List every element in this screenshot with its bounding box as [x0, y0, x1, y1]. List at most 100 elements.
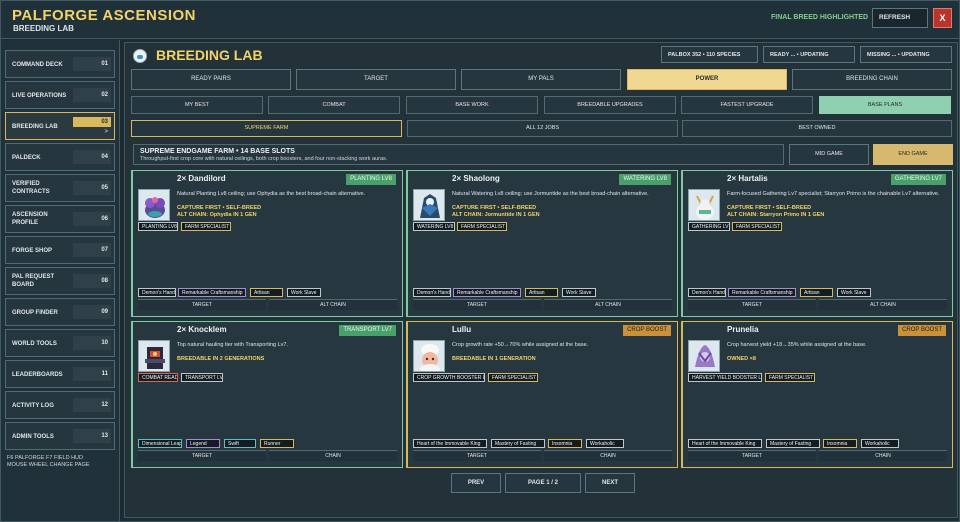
pal-alt-chain: ALT CHAIN: Jormuntide IN 1 GEN	[452, 212, 540, 218]
target-button[interactable]: TARGET	[688, 299, 816, 310]
target-button[interactable]: TARGET	[413, 299, 541, 310]
tab-breeding-chain[interactable]: BREEDING CHAIN	[792, 69, 952, 90]
next-page-button[interactable]: NEXT	[585, 473, 635, 493]
chain-button[interactable]: CHAIN	[819, 450, 947, 461]
sidebar-item-leaderboards[interactable]: LEADERBOARDS 11	[5, 360, 115, 388]
pal-description: Natural Watering Lv8 ceiling; use Jormun…	[452, 191, 649, 197]
sidebar-item-number: 03	[73, 117, 111, 127]
keybind-hint: F6 PALFORGE F7 FIELD HUD	[7, 455, 83, 461]
passive-chip: Work Slave	[837, 288, 871, 297]
tab-power[interactable]: POWER	[627, 69, 787, 90]
pal-description: Top natural hauling tier with Transporti…	[177, 342, 288, 348]
pal-description: Crop growth rate +50→70% while assigned …	[452, 342, 589, 348]
refresh-button[interactable]: REFRESH	[872, 8, 928, 28]
passive-chip: Legend	[186, 439, 220, 448]
specialist-chip: FARM SPECIALIST	[181, 222, 231, 231]
passive-chip: Demon's Hand	[688, 288, 726, 297]
sidebar-item-number: 01	[73, 57, 111, 71]
subtab-fastest-upgrade[interactable]: FASTEST UPGRADE	[681, 96, 813, 114]
passive-chip: Heart of the Immovable King	[688, 439, 762, 448]
subtab-base-plans[interactable]: BASE PLANS	[819, 96, 951, 114]
subtab-my-best[interactable]: MY BEST	[131, 96, 263, 114]
passive-chip: Insomnia	[823, 439, 857, 448]
sidebar-item-verified-contracts[interactable]: VERIFIED CONTRACTS 05	[5, 174, 115, 202]
plan-best-owned[interactable]: BEST OWNED	[682, 120, 952, 137]
sidebar-item-paldeck[interactable]: PALDECK 04	[5, 143, 115, 171]
sidebar-item-forge-shop[interactable]: FORGE SHOP 07	[5, 236, 115, 264]
pal-portrait	[413, 340, 445, 372]
sidebar-item-number: 09	[73, 305, 111, 319]
work-chip: TRANSPORT LV7	[181, 373, 223, 382]
target-button[interactable]: TARGET	[138, 450, 266, 461]
specialist-chip: FARM SPECIALIST	[765, 373, 815, 382]
close-button[interactable]: X	[933, 8, 952, 28]
sidebar-item-command-deck[interactable]: COMMAND DECK 01	[5, 50, 115, 78]
pal-card-lullu[interactable]: Lullu CROP BOOST Crop growth rate +50→70…	[406, 321, 678, 468]
sidebar-item-label: ACTIVITY LOG	[12, 403, 54, 409]
sidebar-item-world-tools[interactable]: WORLD TOOLS 10	[5, 329, 115, 357]
pal-name: Prunelia	[727, 325, 759, 334]
sidebar-item-number: 11	[73, 367, 111, 381]
end-game-button[interactable]: END GAME	[873, 144, 953, 165]
sidebar-item-activity-log[interactable]: ACTIVITY LOG 12	[5, 391, 115, 419]
pal-card-knocklem[interactable]: 2× Knocklem TRANSPORT LV7 Top natural ha…	[131, 321, 403, 468]
alt-chain-button[interactable]: ALT CHAIN	[269, 299, 397, 310]
target-button[interactable]: TARGET	[413, 450, 541, 461]
top-bar: PALFORGE ASCENSION BREEDING LAB FINAL BR…	[1, 1, 959, 39]
pal-card-prunelia[interactable]: Prunelia CROP BOOST Crop harvest yield +…	[681, 321, 953, 468]
mid-game-button[interactable]: MID GAME	[789, 144, 869, 165]
passive-chip: Artisan	[525, 288, 558, 297]
pal-name: 2× Shaolong	[452, 174, 500, 183]
page-title: BREEDING LAB	[156, 47, 263, 63]
pal-alt-chain: ALT CHAIN: Ophydia IN 1 GEN	[177, 212, 257, 218]
subtab-base-work[interactable]: BASE WORK	[406, 96, 538, 114]
sidebar-item-number: 06	[73, 212, 111, 226]
passive-chip: Artisan	[250, 288, 283, 297]
chain-button[interactable]: CHAIN	[544, 450, 672, 461]
pal-highlight: BREEDABLE IN 1 GENERATION	[452, 356, 536, 362]
pal-card-dandilord[interactable]: 2× Dandilord PLANTING LV8 Natural Planti…	[131, 170, 403, 317]
sidebar-item-breeding-lab[interactable]: BREEDING LAB 03 >	[5, 112, 115, 140]
sidebar-item-number: 04	[73, 150, 111, 164]
sidebar-item-number: 13	[73, 429, 111, 443]
sidebar-item-ascension-profile[interactable]: ASCENSION PROFILE 06	[5, 205, 115, 233]
prev-page-button[interactable]: PREV	[451, 473, 501, 493]
final-breed-status: FINAL BREED HIGHLIGHTED	[771, 14, 869, 21]
subtab-breedable-upgrades[interactable]: BREEDABLE UPGRADES	[544, 96, 676, 114]
sidebar-item-label: PALDECK	[12, 155, 41, 161]
subtab-combat[interactable]: COMBAT	[268, 96, 400, 114]
plan-supreme-farm[interactable]: SUPREME FARM	[131, 120, 402, 137]
chain-button[interactable]: CHAIN	[269, 450, 397, 461]
tab-my-pals[interactable]: MY PALS	[461, 69, 621, 90]
pal-card-shaolong[interactable]: 2× Shaolong WATERING LV8 Natural Waterin…	[406, 170, 678, 317]
sidebar-item-live-operations[interactable]: LIVE OPERATIONS 02	[5, 81, 115, 109]
work-tag: CROP BOOST	[623, 325, 671, 336]
pal-highlight: BREEDABLE IN 2 GENERATIONS	[177, 356, 265, 362]
sidebar-item-group-finder[interactable]: GROUP FINDER 09	[5, 298, 115, 326]
sidebar-item-admin-tools[interactable]: ADMIN TOOLS 13	[5, 422, 115, 450]
page-indicator: PAGE 1 / 2	[505, 473, 581, 493]
pal-card-hartalis[interactable]: 2× Hartalis GATHERING LV7 Farm-focused G…	[681, 170, 953, 317]
specialist-chip: FARM SPECIALIST	[488, 373, 538, 382]
sidebar-item-number: 10	[73, 336, 111, 350]
passive-chip: Dimensional Leap	[138, 439, 182, 448]
tab-target[interactable]: TARGET	[296, 69, 456, 90]
specialist-chip: FARM SPECIALIST	[732, 222, 782, 231]
specialist-chip: FARM SPECIALIST	[457, 222, 507, 231]
combat-ready-chip: COMBAT READY	[138, 373, 178, 382]
pal-portrait	[138, 189, 170, 221]
target-button[interactable]: TARGET	[138, 299, 266, 310]
sidebar-item-pal-request-board[interactable]: PAL REQUEST BOARD 08	[5, 267, 115, 295]
tab-ready-pairs[interactable]: READY PAIRS	[131, 69, 291, 90]
palbox-status: PALBOX 352 • 110 SPECIES	[661, 46, 758, 63]
sidebar-item-number: 02	[73, 88, 111, 102]
passive-chip: Remarkable Craftsmanship	[728, 288, 796, 297]
alt-chain-button[interactable]: ALT CHAIN	[544, 299, 672, 310]
pal-alt-chain: ALT CHAIN: Starryon Primo IN 1 GEN	[727, 212, 825, 218]
plan-all-jobs[interactable]: ALL 12 JOBS	[407, 120, 678, 137]
sidebar-item-label: LEADERBOARDS	[12, 372, 63, 378]
alt-chain-button[interactable]: ALT CHAIN	[819, 299, 947, 310]
sidebar: COMMAND DECK 01 LIVE OPERATIONS 02 BREED…	[1, 40, 120, 521]
target-button[interactable]: TARGET	[688, 450, 816, 461]
booster-chip: CROP GROWTH BOOSTER LV3	[413, 373, 485, 382]
